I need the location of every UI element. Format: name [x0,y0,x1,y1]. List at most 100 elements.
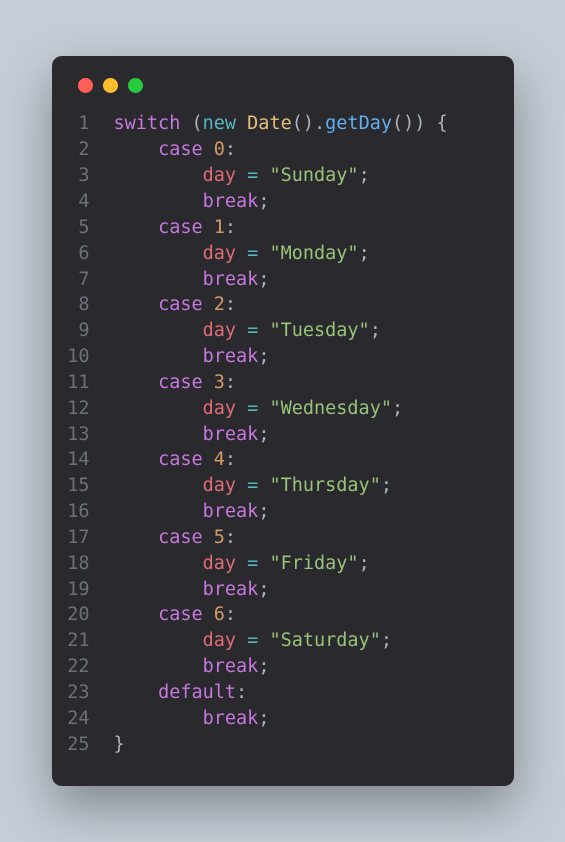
code-line: 14 case 4: [52,447,514,473]
code-token: case [158,604,203,625]
code-token: : [225,449,236,470]
code-token: "Tuesday" [269,320,369,341]
code-token [203,604,214,625]
code-line: 5 case 1: [52,215,514,241]
code-line: 13 break; [52,422,514,448]
code-token: day [203,243,236,264]
code-token: break [203,656,259,677]
line-content: day = "Wednesday"; [114,396,514,422]
maximize-icon[interactable] [128,78,143,93]
minimize-icon[interactable] [103,78,118,93]
code-token: ; [381,630,392,651]
line-content: break; [114,344,514,370]
code-token: = [247,320,258,341]
code-token [236,165,247,186]
code-token: "Sunday" [269,165,358,186]
line-number: 24 [52,706,114,732]
code-token [236,553,247,574]
code-token: getDay [325,113,392,134]
code-token: : [225,294,236,315]
line-content: case 2: [114,292,514,318]
code-token: ; [258,191,269,212]
code-token: ; [258,424,269,445]
line-content: break; [114,706,514,732]
code-token [114,475,203,496]
code-token [203,139,214,160]
line-number: 12 [52,396,114,422]
code-token [258,243,269,264]
code-token: case [158,527,203,548]
code-token: case [158,372,203,393]
code-token: ( [180,113,202,134]
code-line: 2 case 0: [52,137,514,163]
code-token: break [203,269,259,290]
code-token [114,449,159,470]
code-token [236,398,247,419]
line-number: 18 [52,551,114,577]
code-token: : [225,604,236,625]
code-line: 9 day = "Tuesday"; [52,318,514,344]
code-token: Date [247,113,292,134]
code-token: : [225,527,236,548]
code-line: 24 break; [52,706,514,732]
code-token [203,449,214,470]
code-token [258,398,269,419]
line-number: 4 [52,189,114,215]
line-number: 23 [52,680,114,706]
code-line: 19 break; [52,577,514,603]
code-line: 3 day = "Sunday"; [52,163,514,189]
code-token [114,269,203,290]
close-icon[interactable] [78,78,93,93]
code-token [258,630,269,651]
code-token [114,527,159,548]
code-token [114,346,203,367]
code-token: : [236,682,247,703]
code-token: 3 [214,372,225,393]
line-content: day = "Tuesday"; [114,318,514,344]
code-token: "Thursday" [269,475,380,496]
code-token: ; [258,708,269,729]
code-token: = [247,243,258,264]
line-content: day = "Saturday"; [114,628,514,654]
code-line: 7 break; [52,267,514,293]
code-line: 21 day = "Saturday"; [52,628,514,654]
code-line: 22 break; [52,654,514,680]
code-token: ; [258,501,269,522]
code-token: case [158,294,203,315]
code-line: 4 break; [52,189,514,215]
code-token [236,113,247,134]
code-token: ; [258,656,269,677]
code-token: ; [381,475,392,496]
code-token: "Saturday" [269,630,380,651]
line-number: 13 [52,422,114,448]
line-content: break; [114,267,514,293]
line-number: 1 [52,111,114,137]
line-number: 5 [52,215,114,241]
code-token: = [247,475,258,496]
line-content: default: [114,680,514,706]
code-token [114,398,203,419]
code-window: 1switch (new Date().getDay()) {2 case 0:… [52,56,514,785]
code-token: 2 [214,294,225,315]
code-token: break [203,501,259,522]
code-block: 1switch (new Date().getDay()) {2 case 0:… [52,111,514,757]
code-token [114,243,203,264]
code-token: ; [258,269,269,290]
code-token: 1 [214,217,225,238]
code-line: 23 default: [52,680,514,706]
code-token: day [203,475,236,496]
code-line: 17 case 5: [52,525,514,551]
code-token [114,604,159,625]
line-content: day = "Friday"; [114,551,514,577]
code-token: day [203,320,236,341]
code-token [114,165,203,186]
line-content: break; [114,422,514,448]
code-token [236,320,247,341]
line-content: } [114,732,514,758]
code-token: ; [370,320,381,341]
code-token: break [203,191,259,212]
line-number: 15 [52,473,114,499]
line-content: day = "Sunday"; [114,163,514,189]
code-token [203,527,214,548]
code-token [258,475,269,496]
